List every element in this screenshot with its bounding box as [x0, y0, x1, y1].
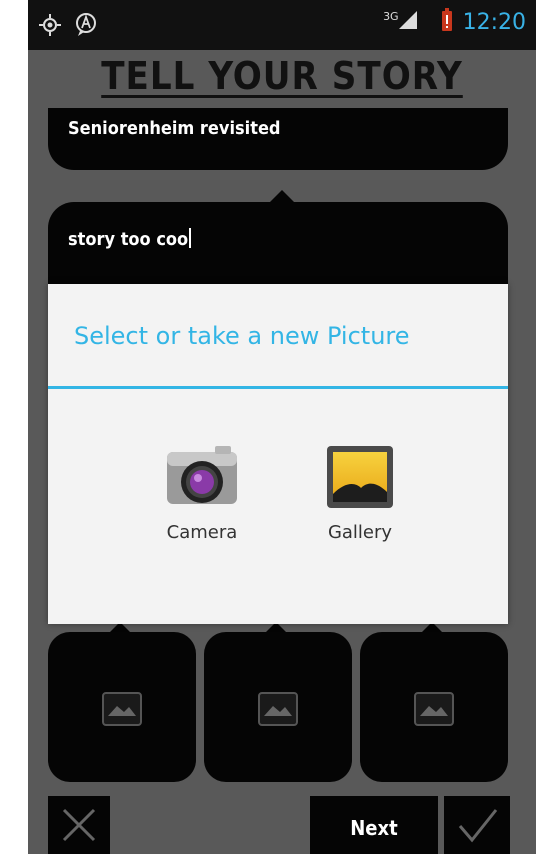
gallery-option[interactable]: Gallery	[280, 444, 440, 543]
image-tile-2[interactable]	[204, 622, 352, 782]
text-cursor	[189, 228, 192, 248]
story-card-pointer	[270, 190, 294, 202]
image-tile-3[interactable]	[360, 622, 508, 782]
story-title-field[interactable]: Seniorenheim revisited	[48, 108, 508, 170]
confirm-button[interactable]	[444, 796, 510, 854]
navigation-icon	[74, 12, 98, 42]
page-title: TELL YOUR STORY	[101, 54, 463, 98]
camera-option[interactable]: Camera	[122, 444, 282, 543]
image-placeholder-icon	[102, 692, 142, 726]
clock: 12:20	[462, 9, 526, 35]
story-text-value: story too coo	[68, 229, 189, 250]
gps-icon	[38, 13, 62, 41]
camera-label: Camera	[166, 522, 238, 543]
image-placeholder-icon	[414, 692, 454, 726]
gallery-label: Gallery	[327, 522, 393, 543]
dialog-divider	[48, 386, 508, 389]
picture-source-dialog: Select or take a new Picture Camera Gall…	[48, 284, 508, 624]
camera-icon	[122, 444, 282, 514]
image-placeholder-icon	[258, 692, 298, 726]
close-icon	[62, 808, 96, 842]
app-screen: 3G 12:20 TELL YOUR STORY Seniorenheim re…	[28, 0, 536, 854]
close-button[interactable]	[48, 796, 110, 854]
dialog-title: Select or take a new Picture	[74, 322, 410, 350]
bottom-bar: Next	[28, 796, 536, 854]
story-title-value: Seniorenheim revisited	[68, 118, 281, 139]
status-bar: 3G 12:20	[28, 0, 536, 50]
checkmark-icon	[458, 809, 498, 843]
image-tiles	[48, 622, 518, 782]
battery-alert-icon	[441, 8, 453, 36]
gallery-icon	[280, 444, 440, 514]
next-button[interactable]: Next	[310, 796, 438, 854]
image-tile-1[interactable]	[48, 622, 196, 782]
signal-icon	[397, 9, 419, 35]
